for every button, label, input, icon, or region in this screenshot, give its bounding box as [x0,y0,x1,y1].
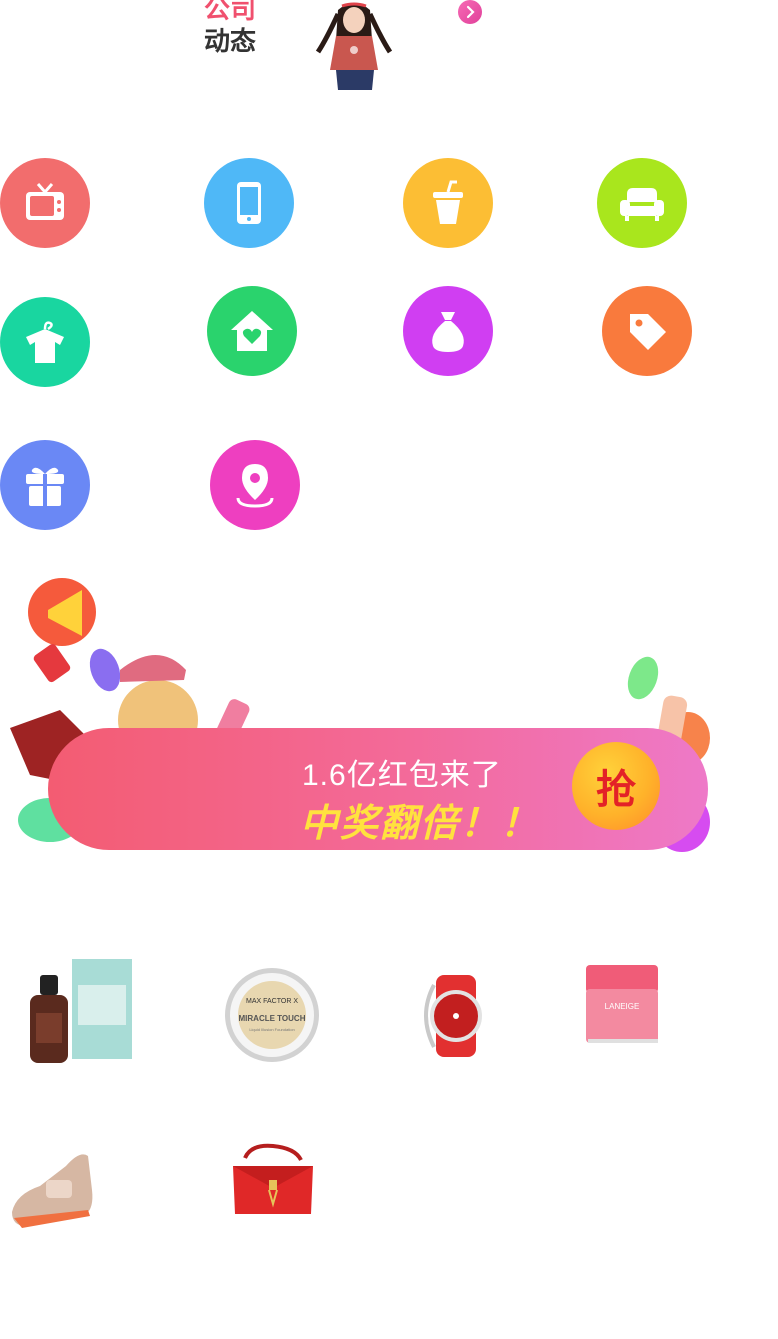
lip-mask-jar-product: LANEIGE [586,965,658,1043]
category-nearby[interactable] [210,440,300,530]
grab-button[interactable]: 抢 [572,742,660,830]
banner-headline: 1.6亿红包来了 [302,759,502,792]
product-serum[interactable] [22,955,142,1075]
clothes-hanger-icon [26,321,64,363]
red-watch-product [424,975,482,1057]
money-bag-icon [432,312,464,352]
tv-icon [26,183,64,220]
category-home[interactable] [207,286,297,376]
compact-sub: Liquid Illusion Foundation [249,1027,294,1032]
category-furniture[interactable] [597,158,687,248]
gift-icon [26,467,64,506]
category-gifts[interactable] [0,440,90,530]
tag-icon [630,314,666,350]
red-packet-promo-banner[interactable]: 1.6亿红包来了 中奖翻倍！！ 抢 [0,570,740,860]
news-model-image [308,0,400,90]
news-title-line2: 动态 [204,27,257,57]
category-phone[interactable] [204,158,294,248]
location-pin-icon [236,464,274,508]
category-clothing[interactable] [0,297,90,387]
red-handbag-product [233,1143,313,1214]
banner-subheadline: 中奖翻倍！！ [300,803,541,845]
jar-brand: LANEIGE [605,1002,640,1011]
product-sneaker[interactable] [6,1130,126,1250]
drink-cup-icon [433,180,463,224]
news-title-line1: 公司 [204,0,257,25]
product-lip-mask[interactable]: LANEIGE [580,955,700,1075]
category-deals[interactable] [602,286,692,376]
product-watch[interactable] [408,955,528,1075]
category-drinks[interactable] [403,158,493,248]
foundation-compact-product: MAX FACTOR X MIRACLE TOUCH Liquid Illusi… [225,968,319,1062]
compact-name: MIRACLE TOUCH [239,1014,306,1023]
category-tv[interactable] [0,158,90,248]
sofa-icon [620,188,664,221]
news-title: 公司 动态 [204,0,274,58]
product-handbag[interactable] [215,1130,335,1250]
product-foundation[interactable]: MAX FACTOR X MIRACLE TOUCH Liquid Illusi… [212,955,332,1075]
serum-bottle-product [30,959,132,1063]
sneaker-product [12,1154,93,1228]
chevron-right-icon[interactable] [458,0,482,24]
compact-brand: MAX FACTOR X [246,998,298,1005]
phone-icon [237,182,261,224]
category-finance[interactable] [403,286,493,376]
home-heart-icon [231,311,273,351]
